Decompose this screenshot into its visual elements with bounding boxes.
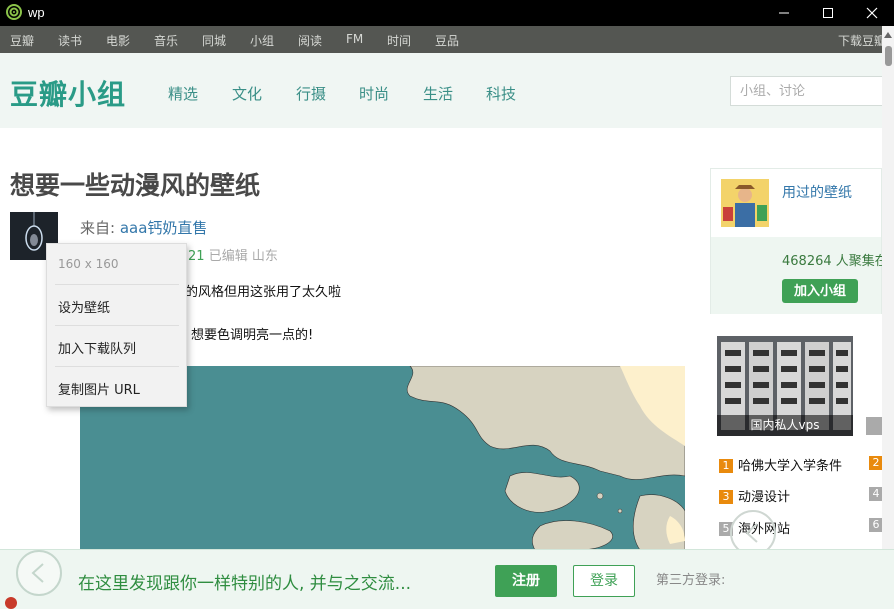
nav-market[interactable]: 豆品: [435, 32, 459, 49]
category-tech[interactable]: 科技: [486, 83, 516, 104]
chevron-left-icon: [31, 563, 44, 583]
post-date: 21: [188, 249, 205, 264]
location-label: 山东: [251, 249, 278, 264]
download-app-link[interactable]: 下载豆瓣: [838, 32, 886, 49]
member-count: 468264: [782, 254, 832, 269]
banner-text: 在这里发现跟你一样特别的人, 并与之交流...: [78, 574, 412, 594]
members-label: 人聚集在: [835, 254, 888, 269]
register-button[interactable]: 注册: [495, 565, 557, 597]
menu-divider: [55, 325, 179, 326]
image-size-label: 160 x 160: [58, 257, 119, 271]
scrollbar-thumb[interactable]: [885, 46, 892, 66]
brand-logo[interactable]: 豆瓣小组: [10, 73, 126, 113]
post-meta: 21 已编辑 山东: [188, 245, 278, 264]
category-life[interactable]: 生活: [423, 83, 453, 104]
nav-movies[interactable]: 电影: [106, 32, 130, 49]
group-header: 豆瓣小组 精选 文化 行摄 时尚 生活 科技: [0, 53, 890, 128]
rank-number-right: 4: [869, 487, 883, 501]
nav-music[interactable]: 音乐: [154, 32, 178, 49]
scrollbar-track[interactable]: [882, 26, 894, 609]
nav-local[interactable]: 同城: [202, 32, 226, 49]
nav-fm[interactable]: FM: [346, 32, 363, 46]
post-title: 想要一些动漫风的壁纸: [10, 171, 261, 200]
menu-add-download-queue[interactable]: 加入下载队列: [58, 338, 136, 357]
category-photo[interactable]: 行摄: [296, 83, 326, 104]
group-name-link[interactable]: 用过的壁纸: [782, 182, 852, 202]
rank-number-right: 6: [869, 518, 883, 532]
search-input[interactable]: [731, 77, 871, 105]
group-thumbnail[interactable]: [721, 179, 769, 227]
group-members: 468264 人聚集在: [782, 250, 888, 269]
post-body-line-2: 想要色调明亮一点的!: [191, 328, 314, 343]
ad-side-tab[interactable]: [866, 417, 882, 435]
post-body-line-1: 的风格但用这张用了太久啦: [185, 285, 342, 300]
rank-number: 1: [719, 459, 733, 473]
image-context-menu: 160 x 160 设为壁纸 加入下载队列 复制图片 URL: [46, 243, 187, 407]
group-avatar-icon: [721, 179, 769, 227]
ad-banner[interactable]: 国内私人vps: [717, 336, 853, 436]
join-group-button[interactable]: 加入小组: [782, 279, 858, 303]
category-featured[interactable]: 精选: [168, 83, 198, 104]
scroll-up-arrow-icon[interactable]: [884, 32, 892, 38]
minimize-icon: [779, 12, 789, 14]
global-nav: 豆瓣 读书 电影 音乐 同城 小组 阅读 FM 时间 豆品 下载豆瓣: [0, 26, 894, 53]
close-icon: [866, 7, 878, 19]
menu-set-wallpaper[interactable]: 设为壁纸: [58, 297, 110, 316]
rank-number-right: 2: [869, 456, 883, 470]
rank-title: 哈佛大学入学条件: [738, 459, 843, 474]
close-button[interactable]: [850, 0, 894, 26]
nav-read[interactable]: 阅读: [298, 32, 322, 49]
chevron-left-icon: [745, 523, 758, 543]
category-fashion[interactable]: 时尚: [359, 83, 389, 104]
search-box: [730, 76, 890, 106]
minimize-button[interactable]: [762, 0, 806, 26]
mascot-icon: [5, 597, 17, 609]
window-title: wp: [28, 5, 45, 20]
nav-books[interactable]: 读书: [58, 32, 82, 49]
nav-groups[interactable]: 小组: [250, 32, 274, 49]
rank-title: 动漫设计: [738, 490, 791, 505]
post-source: 来自: aaa钙奶直售: [80, 217, 207, 238]
maximize-icon: [823, 8, 833, 18]
login-button[interactable]: 登录: [573, 565, 635, 597]
rank-number: 3: [719, 490, 733, 504]
maximize-button[interactable]: [806, 0, 850, 26]
swirl-logo-icon: [6, 4, 22, 20]
menu-divider: [55, 284, 179, 285]
author-link[interactable]: aaa钙奶直售: [120, 219, 208, 237]
group-info-card: 用过的壁纸 468264 人聚集在 加入小组: [710, 168, 888, 314]
signup-banner: 在这里发现跟你一样特别的人, 并与之交流... 注册 登录 第三方登录:: [0, 549, 894, 609]
edited-label: 已编辑: [208, 249, 248, 264]
from-label: 来自:: [80, 219, 120, 237]
nav-time[interactable]: 时间: [387, 32, 411, 49]
menu-copy-image-url[interactable]: 复制图片 URL: [58, 379, 140, 398]
rank-item-1[interactable]: 1 哈佛大学入学条件: [719, 455, 842, 474]
nav-douban[interactable]: 豆瓣: [10, 32, 34, 49]
rank-item-3[interactable]: 3 动漫设计: [719, 486, 790, 505]
ad-label: 国内私人vps: [717, 415, 853, 436]
third-party-login-label: 第三方登录:: [656, 573, 726, 588]
carousel-prev-circle[interactable]: [16, 550, 62, 596]
category-culture[interactable]: 文化: [232, 83, 262, 104]
menu-divider: [55, 366, 179, 367]
window-title-bar: wp: [0, 0, 894, 26]
